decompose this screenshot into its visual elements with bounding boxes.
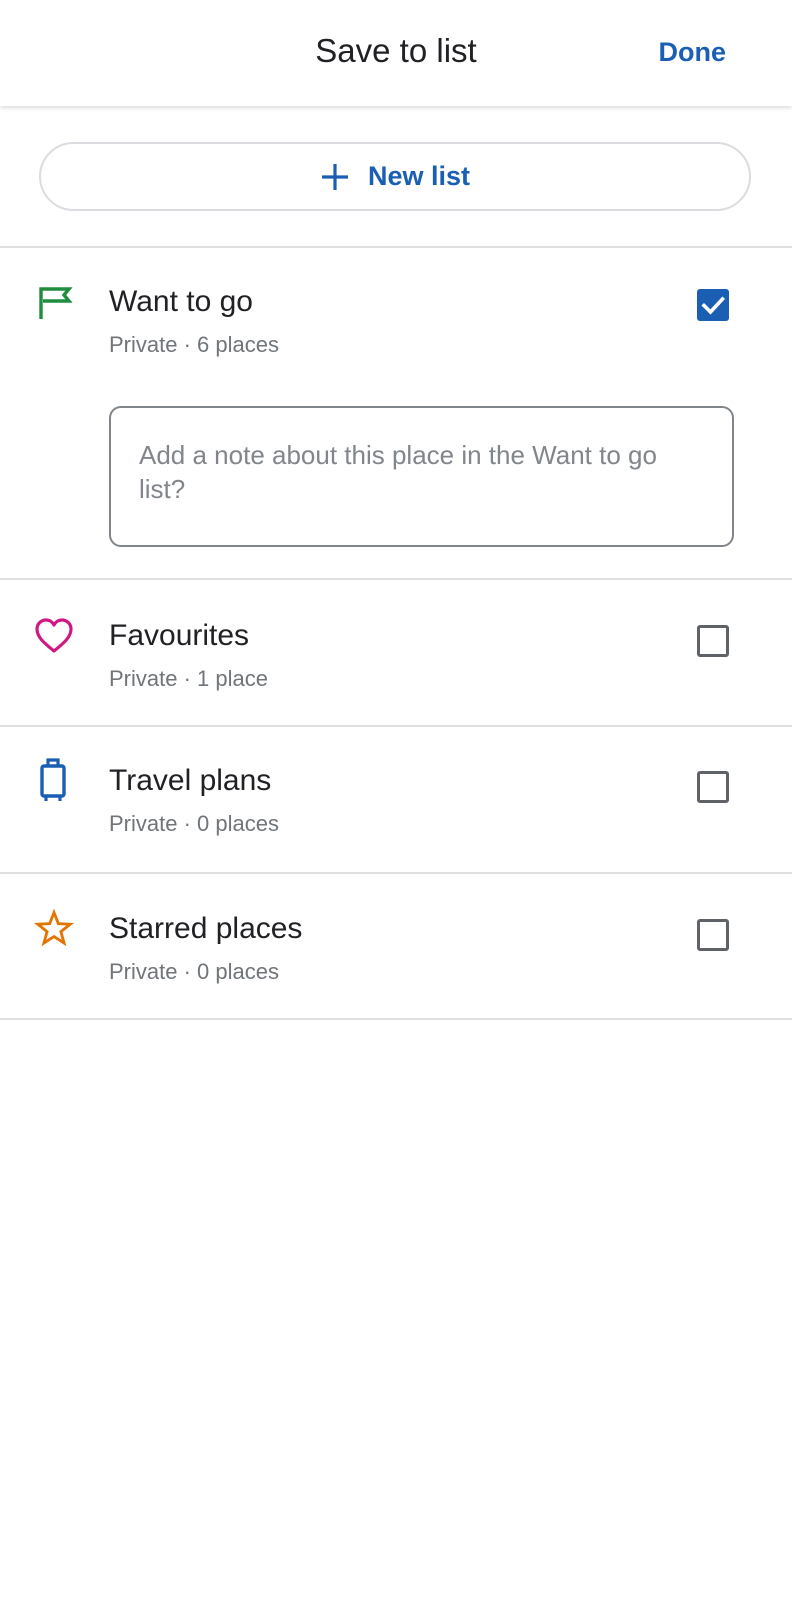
done-button[interactable]: Done [659, 34, 727, 70]
divider [0, 1018, 792, 1020]
suitcase-icon [34, 757, 74, 801]
list-item-title: Starred places [109, 912, 303, 945]
starred-places-checkbox[interactable] [697, 919, 729, 951]
new-list-button[interactable]: New list [39, 142, 751, 211]
star-icon [34, 908, 74, 949]
heart-icon [34, 616, 74, 656]
list-item-title: Want to go [109, 285, 253, 318]
list-item-subtitle: Private · 6 places [109, 332, 279, 357]
list-item-favourites[interactable]: Favourites Private · 1 place [0, 580, 792, 725]
list-item-subtitle: Private · 0 places [109, 811, 279, 836]
note-input[interactable]: Add a note about this place in the Want … [109, 406, 734, 547]
app-header: Save to list Done [0, 0, 792, 106]
plus-icon [320, 162, 350, 192]
list-item-subtitle: Private · 0 places [109, 959, 279, 984]
flag-icon [34, 284, 74, 324]
list-item-title: Travel plans [109, 764, 272, 797]
list-item-title: Favourites [109, 619, 250, 652]
list-item-travel-plans[interactable]: Travel plans Private · 0 places [0, 727, 792, 872]
new-list-label: New list [367, 161, 471, 191]
list-item-starred-places[interactable]: Starred places Private · 0 places [0, 874, 792, 1019]
want-to-go-checkbox[interactable] [697, 289, 729, 321]
list-item-subtitle: Private · 1 place [109, 666, 268, 691]
favourites-checkbox[interactable] [697, 625, 729, 657]
checkmark-icon [701, 296, 726, 315]
travel-plans-checkbox[interactable] [697, 771, 729, 803]
